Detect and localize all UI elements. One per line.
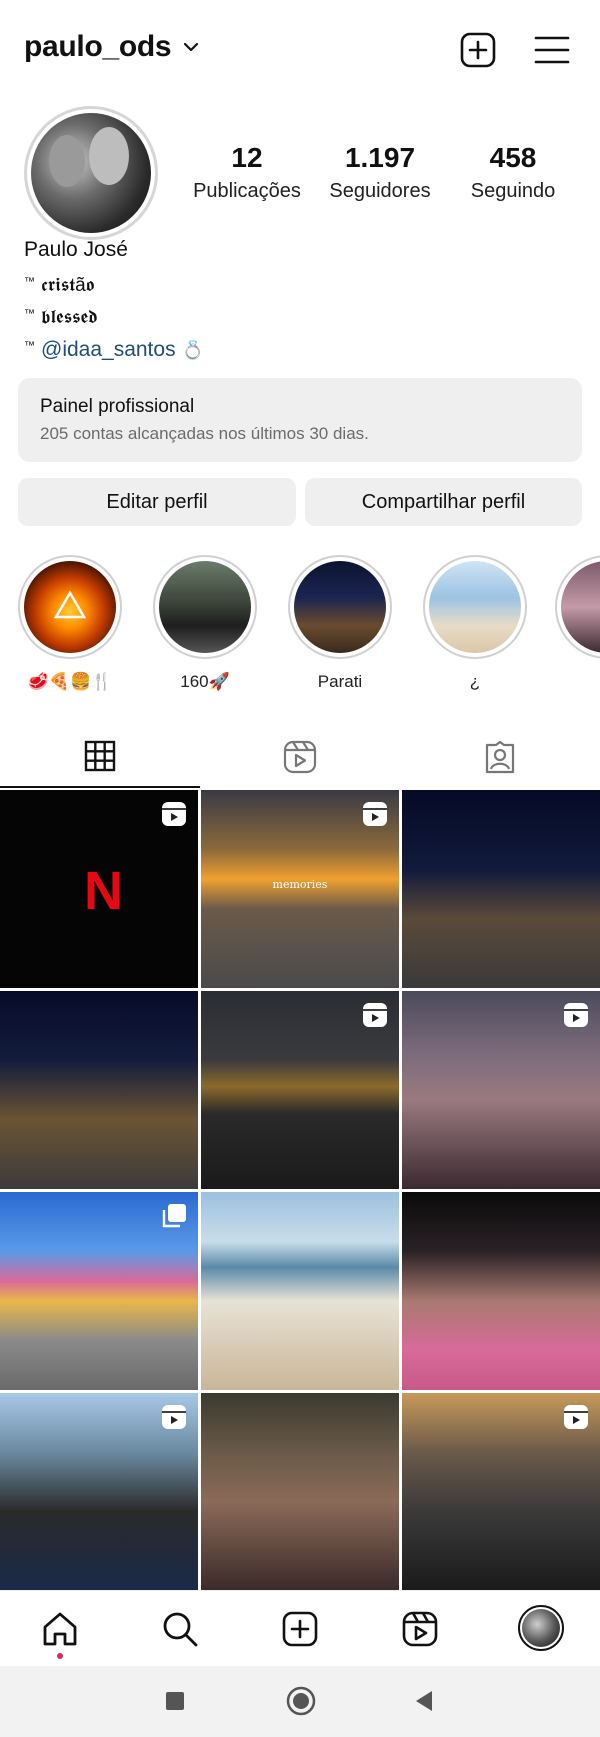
professional-dashboard[interactable]: Painel profissional 205 contas alcançada… (18, 378, 582, 462)
highlight-label: 160🚀 (180, 672, 230, 691)
tab-tagged[interactable] (400, 726, 600, 788)
tab-reels[interactable] (200, 726, 400, 788)
trademark-symbol: ™ (24, 340, 35, 352)
notification-dot (57, 1653, 63, 1659)
bio-line: ™ 𝖈𝖗𝖎𝖘𝖙ã𝖔 (24, 270, 584, 302)
highlight-ring (555, 555, 600, 659)
posts-label: Publicações (193, 180, 301, 202)
highlight-ring (153, 555, 257, 659)
system-navigation-bar (0, 1666, 600, 1737)
recents-icon[interactable] (165, 1691, 185, 1711)
menu-icon[interactable] (532, 30, 572, 70)
post-thumbnail[interactable] (0, 1393, 198, 1591)
avatar-image (31, 113, 151, 233)
following-count: 458 (489, 142, 537, 173)
post-thumbnail[interactable] (0, 991, 198, 1189)
highlight-ring (18, 555, 122, 659)
followers-label: Seguidores (329, 180, 431, 202)
post-thumbnail[interactable] (201, 1393, 399, 1591)
reel-badge-icon (162, 802, 186, 826)
new-post-icon[interactable] (458, 30, 498, 70)
profile-bio: Paulo José ™ 𝖈𝖗𝖎𝖘𝖙ã𝖔 ™ 𝖇𝖑𝖊𝖘𝖘𝖊𝖉 ™ @idaa_s… (24, 238, 584, 366)
account-switcher[interactable]: paulo_ods (24, 30, 201, 64)
avatar-image (522, 1609, 560, 1647)
highlight-ring (288, 555, 392, 659)
tab-posts-grid[interactable] (0, 726, 200, 788)
tagged-icon (485, 740, 515, 774)
post-thumbnail[interactable] (402, 1393, 600, 1591)
home-button-icon[interactable] (286, 1686, 316, 1716)
highlight-item[interactable] (555, 555, 600, 693)
bio-text: 𝖈𝖗𝖎𝖘𝖙ã𝖔 (41, 275, 95, 296)
bio-text: 𝖇𝖑𝖊𝖘𝖘𝖊𝖉 (41, 307, 98, 328)
triangle-icon (53, 590, 87, 619)
highlight-image (429, 561, 521, 653)
bio-line: ™ @idaa_santos 💍 (24, 334, 584, 366)
bio-line: ™ 𝖇𝖑𝖊𝖘𝖘𝖊𝖉 (24, 302, 584, 334)
chevron-down-icon (184, 42, 199, 52)
create-post-icon[interactable] (280, 1609, 320, 1649)
reels-nav-icon[interactable] (400, 1609, 440, 1649)
netflix-logo: N (84, 861, 123, 921)
post-thumbnail[interactable] (0, 1192, 198, 1390)
profile-nav-avatar[interactable] (518, 1605, 564, 1651)
post-thumbnail[interactable] (402, 790, 600, 988)
trademark-symbol: ™ (24, 276, 35, 288)
share-profile-button[interactable]: Compartilhar perfil (305, 478, 582, 526)
post-thumbnail[interactable]: memories (201, 790, 399, 988)
bottom-navigation (0, 1590, 600, 1666)
highlight-image (561, 561, 600, 653)
following-stat[interactable]: 458 Seguindo (438, 142, 588, 203)
profile-avatar[interactable] (24, 106, 158, 240)
highlight-item[interactable]: ¿ (420, 555, 530, 693)
following-label: Seguindo (470, 180, 556, 202)
post-thumbnail[interactable] (201, 991, 399, 1189)
highlight-item[interactable]: Parati (285, 555, 395, 693)
followers-count: 1.197 (344, 142, 416, 173)
highlight-item[interactable]: 160🚀 (150, 555, 260, 693)
reel-badge-icon (564, 1405, 588, 1429)
highlight-image (24, 561, 116, 653)
username: paulo_ods (24, 30, 172, 63)
trademark-symbol: ™ (24, 308, 35, 320)
dashboard-subtitle: 205 contas alcançadas nos últimos 30 dia… (40, 424, 369, 443)
grid-icon (84, 740, 116, 772)
posts-count: 12 (231, 142, 263, 173)
post-thumbnail[interactable]: N (0, 790, 198, 988)
highlight-label: Parati (317, 672, 363, 691)
followers-stat[interactable]: 1.197 Seguidores (305, 142, 455, 203)
reel-badge-icon (162, 1405, 186, 1429)
reel-badge-icon (363, 1003, 387, 1027)
highlight-image (159, 561, 251, 653)
carousel-badge-icon (162, 1204, 186, 1228)
top-bar: paulo_ods (0, 0, 600, 100)
post-caption-overlay: memories (272, 878, 328, 891)
reel-badge-icon (363, 802, 387, 826)
highlight-label: 🥩🍕🍔🍴 (27, 672, 113, 691)
back-icon[interactable] (414, 1690, 434, 1712)
posts-stat[interactable]: 12 Publicações (172, 142, 322, 203)
reel-badge-icon (564, 1003, 588, 1027)
story-highlights: 🥩🍕🍔🍴 160🚀 Parati ¿ (0, 555, 600, 695)
highlight-label (555, 671, 600, 693)
profile-tabs (0, 726, 600, 788)
highlight-image (294, 561, 386, 653)
post-thumbnail[interactable] (402, 991, 600, 1189)
display-name: Paulo José (24, 238, 128, 261)
home-icon[interactable] (40, 1609, 80, 1649)
ring-emoji: 💍 (181, 339, 204, 360)
bio-mention-link[interactable]: @idaa_santos (41, 338, 176, 362)
dashboard-title: Painel profissional (40, 396, 195, 417)
post-thumbnail[interactable] (402, 1192, 600, 1390)
search-icon[interactable] (160, 1609, 200, 1649)
highlight-ring (423, 555, 527, 659)
post-thumbnail[interactable] (201, 1192, 399, 1390)
highlight-item[interactable]: 🥩🍕🍔🍴 (15, 555, 125, 693)
reels-icon (283, 740, 317, 774)
edit-profile-button[interactable]: Editar perfil (18, 478, 296, 526)
highlight-label: ¿ (469, 672, 481, 691)
